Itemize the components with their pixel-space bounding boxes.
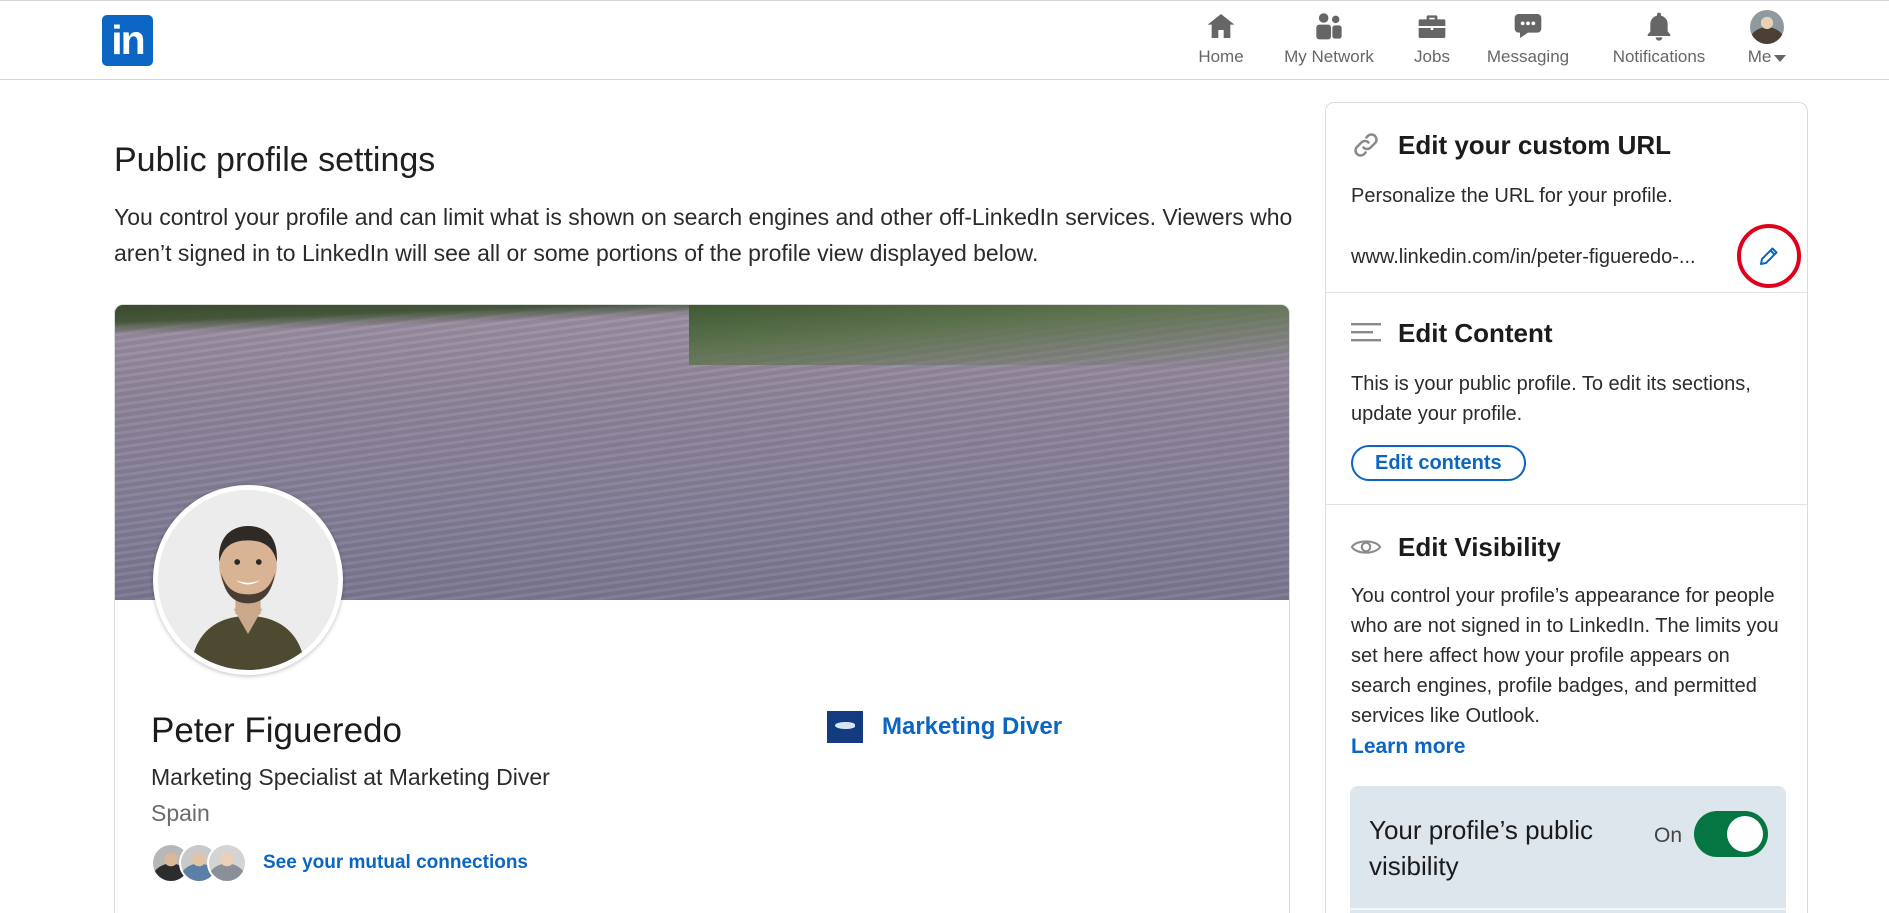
edit-url-button[interactable] xyxy=(1737,224,1801,288)
edit-content-title: Edit Content xyxy=(1398,317,1553,348)
avatar xyxy=(1747,7,1787,45)
company-logo xyxy=(827,711,863,743)
home-icon xyxy=(1201,7,1241,45)
messaging-icon xyxy=(1508,7,1548,45)
nav-notifications-label: Notifications xyxy=(1612,47,1706,66)
edit-visibility-title: Edit Visibility xyxy=(1398,531,1561,562)
custom-url-description: Personalize the URL for your profile. xyxy=(1351,185,1673,207)
nav-my-network-label: My Network xyxy=(1284,47,1374,66)
nav-jobs-label: Jobs xyxy=(1414,47,1450,66)
toggle-knob xyxy=(1727,816,1763,852)
nav-me[interactable]: Me xyxy=(1741,7,1793,73)
link-icon xyxy=(1350,129,1382,161)
lines-icon xyxy=(1350,317,1382,349)
public-visibility-panel: Your profile’s public visibility On xyxy=(1350,786,1786,913)
network-icon xyxy=(1309,7,1349,45)
eye-icon xyxy=(1350,531,1382,563)
pencil-icon xyxy=(1760,247,1778,265)
linkedin-logo[interactable]: in xyxy=(102,15,153,66)
nav-my-network[interactable]: My Network xyxy=(1279,7,1379,73)
nav-jobs[interactable]: Jobs xyxy=(1410,7,1454,73)
custom-url-title: Edit your custom URL xyxy=(1398,129,1672,160)
page-description: You control your profile and can limit w… xyxy=(114,204,1293,266)
caret-down-icon xyxy=(1774,54,1787,62)
nav-home[interactable]: Home xyxy=(1193,7,1249,73)
nav-messaging[interactable]: Messaging xyxy=(1484,7,1572,73)
current-company[interactable]: Marketing Diver xyxy=(827,711,1062,743)
edit-contents-button[interactable]: Edit contents xyxy=(1351,445,1526,481)
edit-visibility-description: You control your profile’s appearance fo… xyxy=(1351,585,1779,727)
profile-name: Peter Figueredo xyxy=(151,711,402,750)
profile-photo xyxy=(153,485,343,675)
public-visibility-toggle[interactable] xyxy=(1694,811,1768,857)
briefcase-icon xyxy=(1412,7,1452,45)
see-mutual-connections-link[interactable]: See your mutual connections xyxy=(263,852,528,874)
custom-url-value: www.linkedin.com/in/peter-figueredo-... xyxy=(1351,245,1696,268)
learn-more-link[interactable]: Learn more xyxy=(1351,735,1465,759)
company-name-link[interactable]: Marketing Diver xyxy=(882,713,1062,741)
custom-url-section: Edit your custom URL Personalize the URL… xyxy=(1326,103,1807,293)
top-navigation: in Home My Network Jobs Messaging Notifi… xyxy=(0,0,1889,80)
page-title: Public profile settings xyxy=(114,141,436,179)
settings-sidebar: Edit your custom URL Personalize the URL… xyxy=(1325,102,1808,913)
visibility-state-label: On xyxy=(1654,824,1683,847)
bell-icon xyxy=(1639,7,1679,45)
profile-headline: Marketing Specialist at Marketing Diver xyxy=(151,764,550,790)
profile-location: Spain xyxy=(151,800,210,826)
public-visibility-label: Your profile’s public visibility xyxy=(1369,815,1594,881)
edit-content-description: This is your public profile. To edit its… xyxy=(1351,373,1751,425)
nav-me-label: Me xyxy=(1747,47,1772,66)
mutual-connections: See your mutual connections xyxy=(151,843,528,883)
nav-home-label: Home xyxy=(1198,47,1244,66)
connection-avatar xyxy=(207,843,247,883)
nav-notifications[interactable]: Notifications xyxy=(1607,7,1711,73)
nav-messaging-label: Messaging xyxy=(1486,47,1570,66)
